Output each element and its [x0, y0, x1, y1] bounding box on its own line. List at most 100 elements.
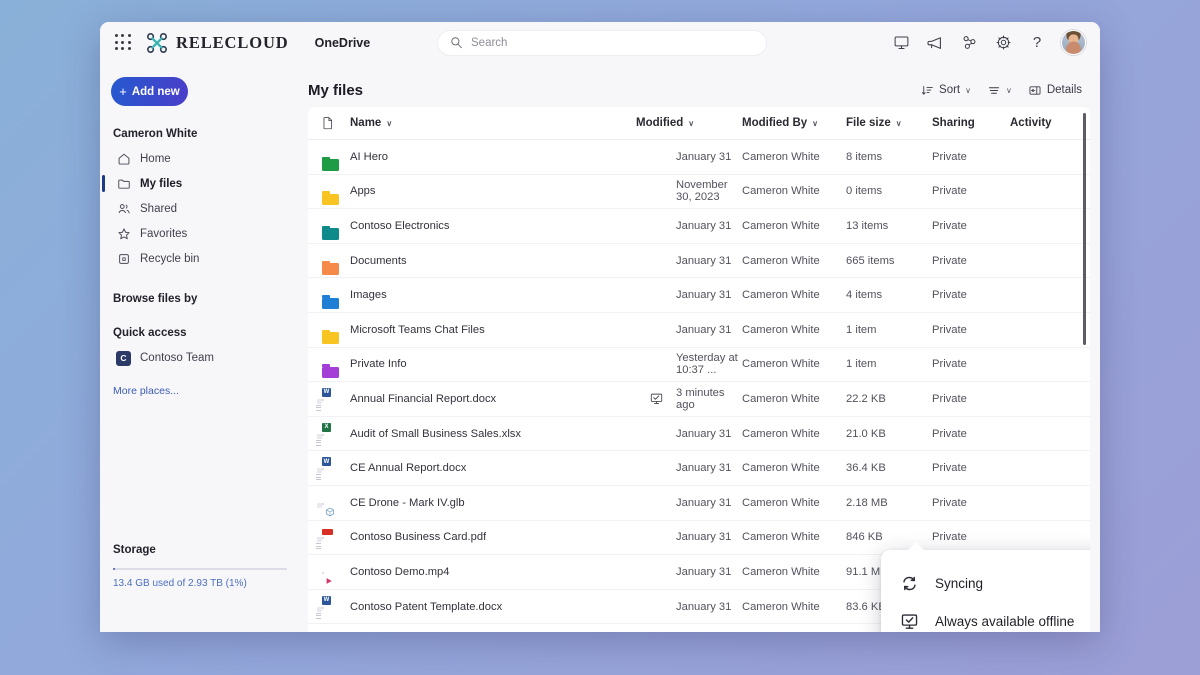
table-row[interactable]: XAudit of Small Business Sales.xlsxJanua…: [308, 417, 1090, 452]
row-file-size-cell: 2.18 MB: [846, 497, 932, 509]
row-modified-by-cell: Cameron White: [742, 255, 846, 267]
table-row[interactable]: WAnnual Financial Report.docx3 minutes a…: [308, 382, 1090, 417]
column-header-sharing[interactable]: Sharing: [932, 117, 1010, 129]
row-modified-by-cell: Cameron White: [742, 601, 846, 613]
row-modified-by-cell: Cameron White: [742, 220, 846, 232]
row-file-name: Images: [350, 289, 387, 301]
row-modified-by-cell: Cameron White: [742, 497, 846, 509]
row-sharing-cell[interactable]: Private: [932, 220, 1010, 232]
chevron-down-icon: ∨: [386, 119, 392, 128]
command-bar: Sort ∨ ∨: [921, 84, 1082, 97]
sidebar-item-my-files[interactable]: My files: [100, 171, 300, 196]
chevron-down-icon: ∨: [812, 119, 818, 128]
share-icon[interactable]: [959, 33, 979, 53]
column-file-type-icon: [322, 116, 350, 130]
sidebar: + Add new Cameron White Home My f: [100, 63, 300, 632]
table-row[interactable]: AppsNovember 30, 2023Cameron White0 item…: [308, 175, 1090, 210]
avatar[interactable]: [1061, 30, 1086, 55]
brand[interactable]: RELECLOUD: [146, 32, 289, 54]
offline-monitor-icon: [899, 611, 919, 631]
table-row[interactable]: AI HeroJanuary 31Cameron White8 itemsPri…: [308, 140, 1090, 175]
table-row[interactable]: Microsoft Teams Chat FilesJanuary 31Came…: [308, 313, 1090, 348]
sidebar-item-shared[interactable]: Shared: [100, 196, 300, 221]
row-sharing-cell[interactable]: Private: [932, 255, 1010, 267]
row-sharing-cell[interactable]: Private: [932, 358, 1010, 370]
row-modified-by-cell: Cameron White: [742, 324, 846, 336]
table-row[interactable]: DocumentsJanuary 31Cameron White665 item…: [308, 244, 1090, 279]
row-sharing-cell[interactable]: Private: [932, 151, 1010, 163]
row-modified-cell: January 31: [636, 220, 742, 232]
quick-access-contoso-team[interactable]: C Contoso Team: [100, 345, 300, 371]
row-sharing-cell[interactable]: Private: [932, 497, 1010, 509]
row-file-name: Contoso Patent Template.docx: [350, 601, 502, 613]
chevron-down-icon: ∨: [896, 119, 902, 128]
view-options-button[interactable]: ∨: [987, 84, 1012, 97]
row-name-cell[interactable]: Apps: [350, 185, 636, 197]
row-modified-by-cell: Cameron White: [742, 393, 846, 405]
main-header: My files Sort ∨: [308, 73, 1090, 107]
row-name-cell[interactable]: Documents: [350, 255, 636, 267]
column-header-name[interactable]: Name ∨: [350, 117, 636, 129]
details-button[interactable]: Details: [1028, 84, 1082, 97]
column-label: Sharing: [932, 117, 975, 129]
table-row[interactable]: CE Drone - Mark IV.glbJanuary 31Cameron …: [308, 486, 1090, 521]
more-places-link[interactable]: More places...: [100, 385, 300, 397]
row-sharing-cell[interactable]: Private: [932, 185, 1010, 197]
row-sharing-cell[interactable]: Private: [932, 324, 1010, 336]
row-sharing-cell[interactable]: Private: [932, 462, 1010, 474]
row-name-cell[interactable]: CE Annual Report.docx: [350, 462, 636, 474]
row-modified-cell: January 31: [636, 324, 742, 336]
row-name-cell[interactable]: Contoso Patent Template.docx: [350, 601, 636, 613]
callout-item-label: Always available offline: [935, 614, 1074, 629]
row-file-size-cell: 22.2 KB: [846, 393, 932, 405]
monitor-icon[interactable]: [891, 33, 911, 53]
sidebar-item-favorites[interactable]: Favorites: [100, 221, 300, 246]
column-header-activity[interactable]: Activity: [1010, 117, 1080, 129]
add-new-button[interactable]: + Add new: [111, 77, 188, 106]
column-header-file-size[interactable]: File size ∨: [846, 117, 932, 129]
help-icon[interactable]: ?: [1027, 33, 1047, 53]
row-sharing-cell[interactable]: Private: [932, 393, 1010, 405]
table-row[interactable]: WCE Annual Report.docxJanuary 31Cameron …: [308, 451, 1090, 486]
row-name-cell[interactable]: AI Hero: [350, 151, 636, 163]
row-name-cell[interactable]: Private Info: [350, 358, 636, 370]
brand-name: RELECLOUD: [176, 33, 289, 53]
table-row[interactable]: Private InfoYesterday at 10:37 ...Camero…: [308, 348, 1090, 383]
sidebar-item-label: Home: [140, 153, 171, 165]
home-icon: [116, 151, 131, 166]
sidebar-item-recycle-bin[interactable]: Recycle bin: [100, 246, 300, 271]
row-name-cell[interactable]: Annual Financial Report.docx: [350, 393, 636, 405]
row-name-cell[interactable]: Contoso Business Card.pdf: [350, 531, 636, 543]
sidebar-user-name: Cameron White: [100, 128, 300, 140]
row-name-cell[interactable]: CE Drone - Mark IV.glb: [350, 497, 636, 509]
row-name-cell[interactable]: Audit of Small Business Sales.xlsx: [350, 428, 636, 440]
row-file-size-cell: 0 items: [846, 185, 932, 197]
table-row[interactable]: Contoso ElectronicsJanuary 31Cameron Whi…: [308, 209, 1090, 244]
row-name-cell[interactable]: Microsoft Teams Chat Files: [350, 324, 636, 336]
sidebar-item-home[interactable]: Home: [100, 146, 300, 171]
column-label: Activity: [1010, 117, 1052, 129]
column-header-modified-by[interactable]: Modified By ∨: [742, 117, 846, 129]
megaphone-icon[interactable]: [925, 33, 945, 53]
search-input[interactable]: [471, 37, 754, 49]
app-body: + Add new Cameron White Home My f: [100, 63, 1100, 632]
column-header-modified[interactable]: Modified ∨: [636, 117, 742, 129]
row-modified-by-cell: Cameron White: [742, 428, 846, 440]
row-sharing-cell[interactable]: Private: [932, 428, 1010, 440]
row-name-cell[interactable]: Contoso Electronics: [350, 220, 636, 232]
row-file-name: Documents: [350, 255, 407, 267]
app-launcher-icon[interactable]: [112, 32, 134, 54]
file-list-scrollbar[interactable]: [1083, 113, 1087, 345]
callout-item-syncing[interactable]: Syncing: [881, 564, 1090, 602]
row-name-cell[interactable]: Contoso Demo.mp4: [350, 566, 636, 578]
row-name-cell[interactable]: Images: [350, 289, 636, 301]
table-row[interactable]: ImagesJanuary 31Cameron White4 itemsPriv…: [308, 278, 1090, 313]
callout-item-always-available-offline[interactable]: Always available offline: [881, 602, 1090, 632]
sort-button[interactable]: Sort ∨: [921, 84, 971, 97]
row-sharing-cell[interactable]: Private: [932, 531, 1010, 543]
relecloud-logo-icon: [146, 32, 168, 54]
row-sharing-cell[interactable]: Private: [932, 289, 1010, 301]
search-bar[interactable]: [437, 30, 767, 56]
chevron-down-icon: ∨: [688, 119, 694, 128]
gear-icon[interactable]: [993, 33, 1013, 53]
